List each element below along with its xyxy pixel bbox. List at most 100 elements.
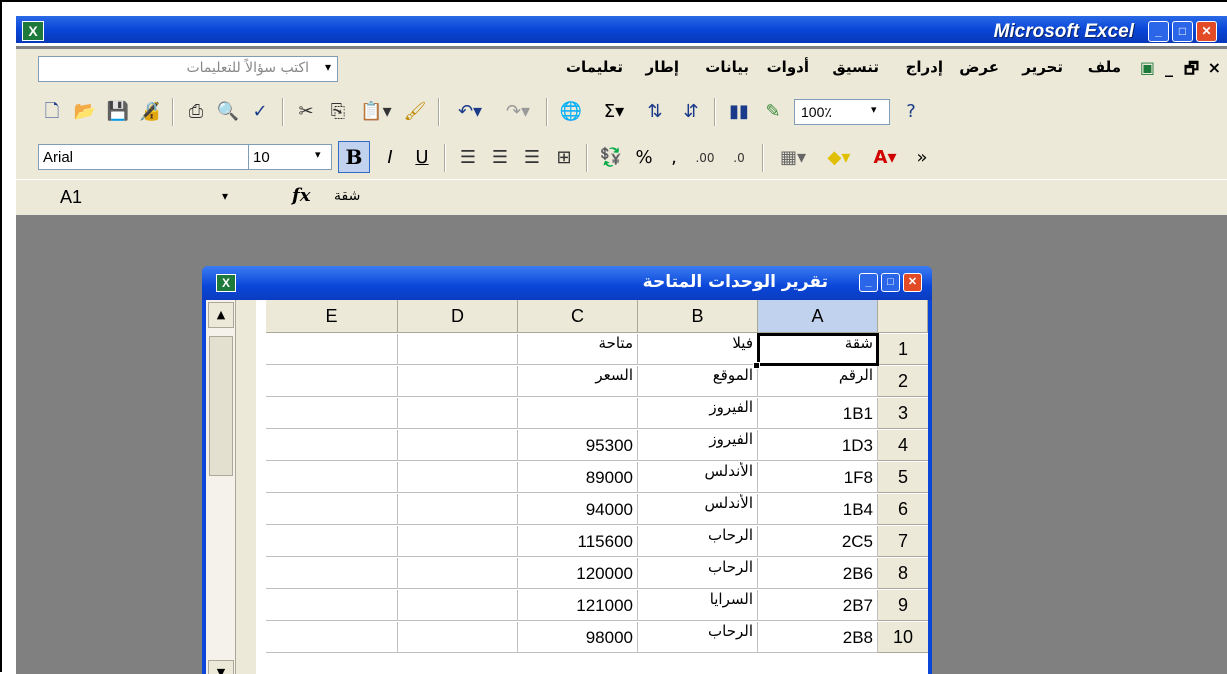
column-header-a[interactable]: A bbox=[758, 300, 878, 333]
row-header[interactable]: 7 bbox=[878, 526, 928, 557]
help-icon[interactable]: ? bbox=[896, 99, 926, 125]
cell-d6[interactable] bbox=[398, 494, 518, 525]
cell-e7[interactable] bbox=[266, 526, 398, 557]
cell-a4[interactable]: 1D3 bbox=[758, 430, 878, 461]
cell-c6[interactable]: 94000 bbox=[518, 494, 638, 525]
minimize-button[interactable]: _ bbox=[859, 273, 878, 292]
fill-handle[interactable] bbox=[753, 362, 760, 369]
font-name-box[interactable]: Arial ▾ bbox=[38, 144, 266, 170]
cell-e3[interactable] bbox=[266, 398, 398, 429]
spelling-icon[interactable]: ✓ bbox=[246, 99, 274, 125]
borders-icon[interactable]: ▦▾ bbox=[772, 145, 814, 171]
doc-close-icon[interactable]: × bbox=[1208, 58, 1221, 77]
row-header[interactable]: 1 bbox=[878, 334, 928, 365]
cell-a1[interactable]: شقة bbox=[758, 334, 878, 365]
menu-format[interactable]: تنسيق bbox=[832, 58, 879, 76]
doc-minimize-icon[interactable]: _ bbox=[1165, 58, 1173, 77]
cell-c10[interactable]: 98000 bbox=[518, 622, 638, 653]
row-header[interactable]: 4 bbox=[878, 430, 928, 461]
decrease-decimal-icon[interactable]: .0 bbox=[724, 145, 754, 171]
row-header[interactable]: 9 bbox=[878, 590, 928, 621]
cell-b3[interactable]: الفيروز bbox=[638, 398, 758, 429]
cell-a2[interactable]: الرقم bbox=[758, 366, 878, 397]
close-button[interactable]: ✕ bbox=[903, 273, 922, 292]
doc-restore-icon[interactable]: 🗗 bbox=[1184, 58, 1199, 85]
chevron-down-icon[interactable]: ▾ bbox=[222, 189, 228, 203]
format-painter-icon[interactable]: 🖌 bbox=[400, 99, 430, 125]
cell-a6[interactable]: 1B4 bbox=[758, 494, 878, 525]
title-bar[interactable]: X Microsoft Excel _ □ ✕ bbox=[16, 16, 1227, 46]
cell-d3[interactable] bbox=[398, 398, 518, 429]
cell-d1[interactable] bbox=[398, 334, 518, 365]
hyperlink-icon[interactable]: 🌐 bbox=[556, 99, 586, 125]
cell-a9[interactable]: 2B7 bbox=[758, 590, 878, 621]
paste-icon[interactable]: 📋▾ bbox=[356, 99, 396, 125]
maximize-button[interactable]: □ bbox=[1172, 21, 1193, 42]
drawing-icon[interactable]: ✎ bbox=[758, 99, 788, 125]
close-button[interactable]: ✕ bbox=[1196, 21, 1217, 42]
cell-d9[interactable] bbox=[398, 590, 518, 621]
maximize-button[interactable]: □ bbox=[881, 273, 900, 292]
undo-icon[interactable]: ↶▾ bbox=[448, 99, 492, 125]
cell-a8[interactable]: 2B6 bbox=[758, 558, 878, 589]
select-all-corner[interactable] bbox=[878, 300, 928, 333]
row-header[interactable]: 3 bbox=[878, 398, 928, 429]
sort-descending-icon[interactable]: ⇵ bbox=[676, 99, 706, 125]
chevron-down-icon[interactable]: ▾ bbox=[871, 103, 885, 116]
increase-decimal-icon[interactable]: .00 bbox=[690, 145, 720, 171]
insert-function-icon[interactable]: fx bbox=[292, 185, 310, 206]
cell-b2[interactable]: الموقع bbox=[638, 366, 758, 397]
cell-c8[interactable]: 120000 bbox=[518, 558, 638, 589]
cell-b10[interactable]: الرحاب bbox=[638, 622, 758, 653]
cell-c9[interactable]: 121000 bbox=[518, 590, 638, 621]
cell-d7[interactable] bbox=[398, 526, 518, 557]
menu-help[interactable]: تعليمات bbox=[566, 58, 623, 76]
cell-a7[interactable]: 2C5 bbox=[758, 526, 878, 557]
cell-b4[interactable]: الفيروز bbox=[638, 430, 758, 461]
cell-b5[interactable]: الأندلس bbox=[638, 462, 758, 493]
cell-grid[interactable]: A B C D E 1 شقة فيلا متاحة 2 الرقم الموقع السعر 3 1B1 ا… bbox=[256, 300, 928, 674]
cell-c2[interactable]: السعر bbox=[518, 366, 638, 397]
workbook-icon[interactable]: ▣ bbox=[1140, 58, 1155, 77]
column-header-b[interactable]: B bbox=[638, 300, 758, 333]
cell-e9[interactable] bbox=[266, 590, 398, 621]
sort-ascending-icon[interactable]: ⇅ bbox=[640, 99, 670, 125]
toolbar-options-icon[interactable]: » bbox=[910, 145, 934, 171]
cell-b1[interactable]: فيلا bbox=[638, 334, 758, 365]
name-box[interactable]: A1 ▾ bbox=[16, 185, 236, 211]
formula-value[interactable]: شقة bbox=[334, 188, 360, 204]
merge-center-icon[interactable]: ⊞ bbox=[550, 145, 578, 171]
cell-b9[interactable]: السرايا bbox=[638, 590, 758, 621]
align-left-icon[interactable]: ☰ bbox=[454, 145, 482, 171]
align-center-icon[interactable]: ☰ bbox=[486, 145, 514, 171]
cell-e1[interactable] bbox=[266, 334, 398, 365]
row-header[interactable]: 6 bbox=[878, 494, 928, 525]
cell-e4[interactable] bbox=[266, 430, 398, 461]
cell-c1[interactable]: متاحة bbox=[518, 334, 638, 365]
menu-edit[interactable]: تحرير bbox=[1022, 58, 1063, 76]
cell-e8[interactable] bbox=[266, 558, 398, 589]
cell-b7[interactable]: الرحاب bbox=[638, 526, 758, 557]
cell-a5[interactable]: 1F8 bbox=[758, 462, 878, 493]
cell-b8[interactable]: الرحاب bbox=[638, 558, 758, 589]
cell-c7[interactable]: 115600 bbox=[518, 526, 638, 557]
cell-a10[interactable]: 2B8 bbox=[758, 622, 878, 653]
autosum-icon[interactable]: Σ▾ bbox=[592, 99, 636, 125]
save-icon[interactable]: 💾 bbox=[104, 99, 132, 125]
font-color-icon[interactable]: A▾ bbox=[864, 145, 906, 171]
font-size-box[interactable]: 10 ▾ bbox=[248, 144, 332, 170]
cell-c4[interactable]: 95300 bbox=[518, 430, 638, 461]
row-header[interactable]: 2 bbox=[878, 366, 928, 397]
cell-d4[interactable] bbox=[398, 430, 518, 461]
fill-color-icon[interactable]: ◆▾ bbox=[818, 145, 860, 171]
italic-icon[interactable]: I bbox=[376, 145, 404, 171]
underline-icon[interactable]: U bbox=[408, 145, 436, 171]
column-header-e[interactable]: E bbox=[266, 300, 398, 333]
column-header-c[interactable]: C bbox=[518, 300, 638, 333]
menu-window[interactable]: إطار bbox=[645, 58, 679, 76]
open-icon[interactable]: 📂 bbox=[70, 99, 100, 125]
excel-icon[interactable]: X bbox=[22, 21, 44, 41]
scroll-up-icon[interactable]: ▲ bbox=[208, 302, 234, 328]
menu-data[interactable]: بيانات bbox=[705, 58, 749, 76]
bold-button[interactable]: B bbox=[338, 141, 370, 173]
